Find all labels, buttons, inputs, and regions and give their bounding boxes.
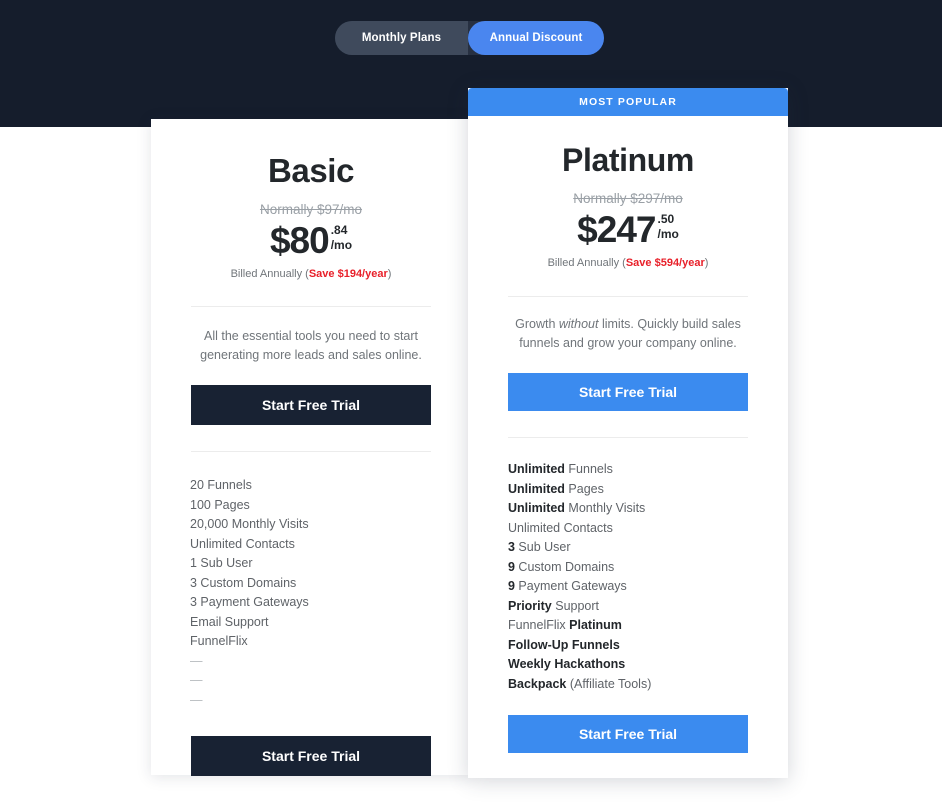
pricing-card-platinum: MOST POPULAR Platinum Normally $297/mo $… [468, 88, 788, 778]
feature-item: 3 Payment Gateways [190, 595, 309, 610]
savings-amount-basic: Save $194/year [308, 267, 388, 280]
price-block-basic: $80 .84 /mo [191, 222, 431, 259]
feature-item: — [190, 692, 203, 707]
billing-note-suffix-basic: ) [387, 267, 392, 280]
original-price-platinum: Normally $297/mo [573, 190, 683, 206]
feature-item: 9 Payment Gateways [508, 579, 627, 594]
feature-item: FunnelFlix [190, 634, 248, 649]
billing-note-basic: Billed Annually (Save $194/year) [191, 268, 431, 280]
start-free-trial-button-basic-top[interactable]: Start Free Trial [191, 384, 431, 425]
original-price-basic: Normally $97/mo [259, 201, 363, 217]
toggle-option-monthly[interactable]: Monthly Plans [335, 21, 468, 55]
billing-note-prefix-basic: Billed Annually ( [230, 267, 309, 280]
feature-item: 9 Custom Domains [508, 559, 615, 574]
feature-item: Weekly Hackathons [508, 657, 626, 672]
price-amount-platinum: $247 [577, 208, 656, 250]
pricing-card-basic: Basic Normally $97/mo $80 .84 /mo Billed… [151, 119, 471, 776]
divider-bottom-basic [191, 450, 431, 452]
feature-item: Unlimited Contacts [508, 520, 613, 535]
feature-item: Email Support [190, 614, 269, 629]
start-free-trial-button-platinum-top[interactable]: Start Free Trial [508, 372, 748, 411]
feature-item: Unlimited Funnels [508, 462, 613, 477]
feature-item: Unlimited Monthly Visits [508, 501, 646, 516]
feature-item: Backpack (Affiliate Tools) [508, 676, 652, 691]
plan-title-platinum: Platinum [562, 142, 694, 178]
price-block-platinum: $247 .50 /mo [508, 211, 748, 248]
billing-note-suffix-platinum: ) [704, 256, 709, 269]
feature-item: Priority Support [508, 598, 600, 613]
toggle-option-annual[interactable]: Annual Discount [468, 21, 604, 55]
price-period-basic: /mo [330, 237, 353, 252]
plan-description-platinum: Growth without limits. Quickly build sal… [508, 315, 748, 354]
start-free-trial-button-basic-bottom[interactable]: Start Free Trial [191, 735, 431, 776]
divider-bottom-platinum [508, 436, 748, 438]
feature-item: 20 Funnels [190, 478, 252, 493]
price-cents-basic: .84 [330, 222, 348, 237]
price-period-platinum: /mo [657, 226, 679, 241]
feature-item: Unlimited Pages [508, 481, 604, 496]
billing-period-toggle[interactable]: Monthly Plans Annual Discount [335, 21, 604, 55]
plan-description-emphasis-platinum: without [558, 316, 599, 331]
most-popular-badge: MOST POPULAR [468, 88, 788, 116]
feature-item: 20,000 Monthly Visits [190, 517, 309, 532]
savings-amount-platinum: Save $594/year [625, 256, 705, 269]
billing-note-prefix-platinum: Billed Annually ( [547, 256, 626, 269]
feature-item: 1 Sub User [190, 556, 253, 571]
feature-item: Follow-Up Funnels [508, 637, 620, 652]
feature-item: — [190, 673, 203, 688]
price-amount-basic: $80 [269, 219, 330, 261]
feature-item: — [190, 653, 203, 668]
feature-item: Unlimited Contacts [190, 536, 295, 551]
plan-description-basic: All the essential tools you need to star… [200, 328, 422, 363]
feature-list-basic: 20 Funnels 100 Pages 20,000 Monthly Visits… [151, 476, 471, 710]
feature-list-platinum: Unlimited Funnels Unlimited Pages Unlimite… [468, 460, 788, 694]
divider-top-basic [191, 305, 431, 307]
plan-title-basic: Basic [267, 152, 355, 189]
feature-item: FunnelFlix Platinum [508, 618, 622, 633]
feature-item: 3 Custom Domains [190, 575, 297, 590]
start-free-trial-button-platinum-bottom[interactable]: Start Free Trial [508, 714, 748, 753]
plan-description-part1-platinum: Growth [515, 316, 559, 331]
price-cents-platinum: .50 [657, 211, 675, 226]
billing-note-platinum: Billed Annually (Save $594/year) [508, 257, 748, 269]
feature-item: 3 Sub User [508, 540, 571, 555]
feature-item: 100 Pages [190, 497, 250, 512]
divider-top-platinum [508, 295, 748, 297]
